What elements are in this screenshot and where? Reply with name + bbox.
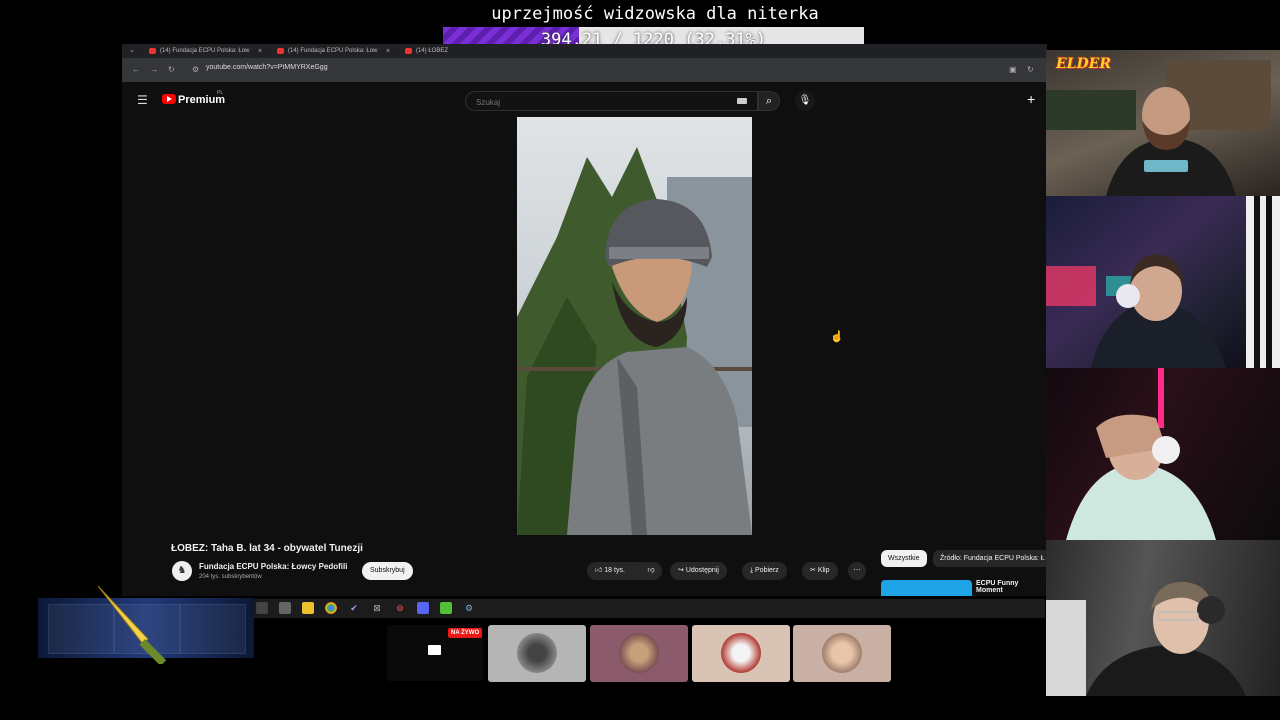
- avatar: [619, 633, 659, 673]
- forward-icon[interactable]: →: [150, 65, 158, 74]
- youtube-header: ☰ Premium PL ⌕ 🎙 +: [122, 82, 1047, 118]
- menu-icon[interactable]: ☰: [137, 93, 148, 107]
- webcam-frame: [1046, 196, 1280, 368]
- close-icon[interactable]: ×: [258, 45, 262, 58]
- youtube-favicon-icon: [405, 48, 412, 54]
- thumbs-up-icon: 👍︎: [595, 567, 605, 574]
- browser-tab[interactable]: (14) ŁOBEZ: [400, 45, 450, 58]
- task-view-icon[interactable]: [279, 602, 291, 614]
- inventory-overlay: [38, 585, 254, 664]
- share-icon: ↪: [678, 567, 686, 574]
- chip-all[interactable]: Wszystkie: [881, 550, 927, 567]
- more-icon: ⋯: [853, 567, 861, 574]
- microphone-icon[interactable]: 🎙: [795, 91, 815, 111]
- video-frame: [517, 147, 752, 535]
- address-bar: ← → ↻ ⚙ youtube.com/watch?v=PtMMYRXeGgg …: [122, 58, 1047, 82]
- avatar: [517, 633, 557, 673]
- channel-logo: ELDER: [1056, 56, 1111, 72]
- like-count: 18 tys.: [604, 567, 625, 574]
- webcam-streamer-4: [1046, 540, 1280, 696]
- search-input[interactable]: [474, 97, 718, 108]
- recommendation-title[interactable]: ECPU Funny Moment: [976, 580, 1047, 594]
- search-button[interactable]: ⌕: [758, 91, 780, 111]
- browser-window: ⌄ (14) Fundacja ECPU Polska: Łow × (14) F…: [122, 44, 1047, 596]
- tab-label: (14) Fundacja ECPU Polska: Łow: [288, 48, 378, 54]
- taskbar-app-icon[interactable]: [256, 602, 268, 614]
- taskbar: ✔ ⊠ ⊛ ⚙: [250, 599, 1045, 618]
- settings-icon[interactable]: ⚙: [463, 602, 475, 614]
- youtube-logo-icon[interactable]: [162, 94, 176, 104]
- channel-avatar[interactable]: ♞: [172, 561, 192, 581]
- video-info: ŁOBEZ: Taha B. lat 34 - obywatel Tunezji…: [122, 535, 1047, 596]
- webcam-streamer-1: ELDER: [1046, 50, 1280, 196]
- tab-list-icon[interactable]: ⌄: [129, 46, 135, 54]
- url-field[interactable]: youtube.com/watch?v=PtMMYRXeGgg: [206, 64, 328, 71]
- recommendation-thumbnail[interactable]: [881, 580, 972, 596]
- stream-avatar-3[interactable]: [692, 625, 790, 682]
- reload-icon[interactable]: ↻: [168, 65, 175, 74]
- download-label: Pobierz: [755, 567, 779, 574]
- subscribe-button[interactable]: Subskrybuj: [362, 562, 413, 580]
- cursor-icon: ☝: [830, 331, 844, 343]
- monitor-icon: [428, 645, 441, 655]
- browser-tab[interactable]: (14) Fundacja ECPU Polska: Łow ×: [144, 45, 266, 58]
- close-icon[interactable]: ×: [386, 45, 390, 58]
- video-title: ŁOBEZ: Taha B. lat 34 - obywatel Tunezji: [171, 543, 363, 554]
- video-player[interactable]: [517, 117, 752, 535]
- webcam-streamer-3: [1046, 368, 1280, 540]
- knife-icon: [97, 585, 167, 664]
- share-label: Udostępnij: [685, 567, 719, 574]
- region-label: PL: [217, 90, 224, 96]
- inventory-slot: [180, 604, 246, 654]
- webcam-frame: [1046, 581, 1246, 696]
- browser-tab[interactable]: (14) Fundacja ECPU Polska: Łow ×: [272, 45, 394, 58]
- tab-strip: ⌄ (14) Fundacja ECPU Polska: Łow × (14) F…: [122, 44, 1047, 58]
- chrome-icon[interactable]: [325, 602, 337, 614]
- stream-avatar-1[interactable]: [488, 625, 586, 682]
- refresh-extension-icon[interactable]: ↻: [1027, 65, 1034, 74]
- dislike-button[interactable]: 👎︎: [640, 562, 662, 580]
- avatar: [822, 633, 862, 673]
- webcam-frame: [1066, 368, 1216, 540]
- channel-subscribers: 204 tys. subskrybentów: [199, 574, 262, 580]
- webcam-streamer-2: [1046, 196, 1280, 368]
- chip-source[interactable]: Źródło: Fundacja ECPU Polska: Ł: [933, 550, 1047, 567]
- steam-icon[interactable]: ✔: [348, 602, 360, 614]
- search-box: [465, 91, 758, 111]
- thumbs-down-icon: 👎︎: [647, 567, 655, 574]
- clip-label: Klip: [817, 567, 830, 574]
- app-icon[interactable]: ⊛: [394, 602, 406, 614]
- more-actions-button[interactable]: ⋯: [848, 562, 866, 580]
- create-icon[interactable]: +: [1027, 91, 1035, 107]
- avatar: [721, 633, 761, 673]
- youtube-favicon-icon: [149, 48, 156, 54]
- youtube-favicon-icon: [277, 48, 284, 54]
- translate-icon[interactable]: ▣: [1009, 65, 1017, 74]
- back-icon[interactable]: ←: [132, 65, 140, 74]
- discord-icon[interactable]: [417, 602, 429, 614]
- stream-avatar-2[interactable]: [590, 625, 688, 682]
- stream-avatar-4[interactable]: [793, 625, 891, 682]
- tab-label: (14) ŁOBEZ: [416, 48, 449, 54]
- share-button[interactable]: ↪ Udostępnij: [670, 562, 727, 580]
- clip-button[interactable]: ✂ Klip: [802, 562, 838, 580]
- xbox-icon[interactable]: ⊠: [371, 602, 383, 614]
- keyboard-icon[interactable]: [737, 98, 747, 104]
- goal-title: uprzejmość widzowska dla niterka: [491, 4, 819, 24]
- channel-name[interactable]: Fundacja ECPU Polska: Łowcy Pedofili: [199, 562, 347, 571]
- download-button[interactable]: ⤓ Pobierz: [742, 562, 787, 580]
- app-green-icon[interactable]: [440, 602, 452, 614]
- site-info-icon[interactable]: ⚙: [192, 65, 199, 74]
- tab-label: (14) Fundacja ECPU Polska: Łow: [160, 48, 250, 54]
- live-badge: NA ŻYWO: [448, 628, 483, 638]
- file-explorer-icon[interactable]: [302, 602, 314, 614]
- scissors-icon: ✂: [810, 567, 818, 574]
